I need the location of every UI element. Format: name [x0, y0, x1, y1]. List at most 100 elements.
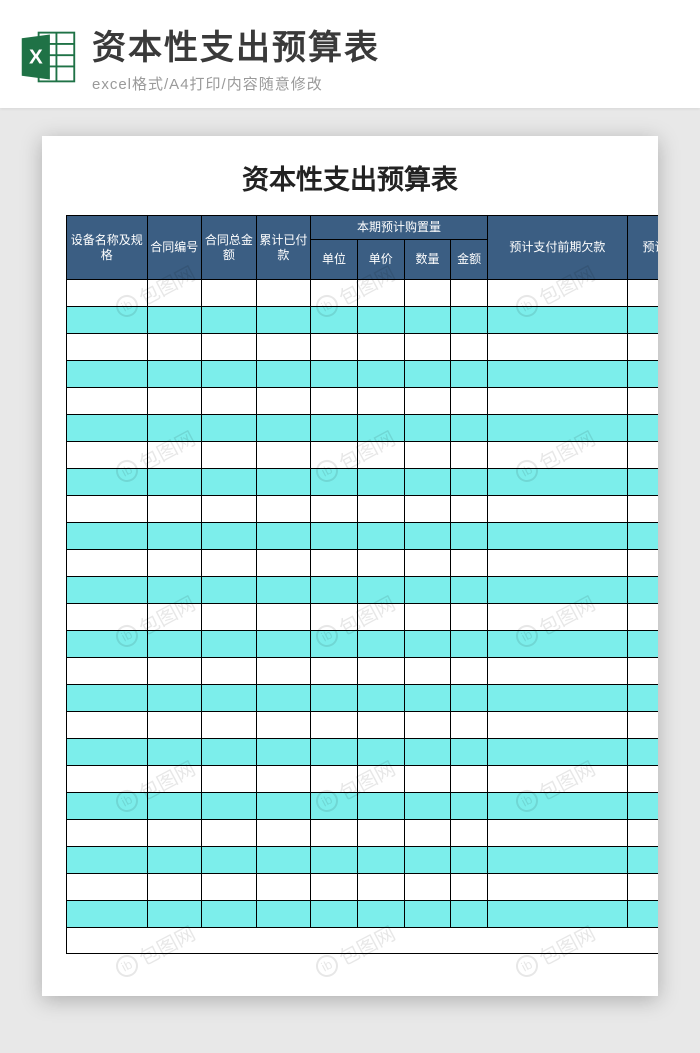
table-cell: [357, 415, 404, 442]
table-cell: [357, 685, 404, 712]
table-cell: [404, 874, 451, 901]
table-cell: [67, 631, 148, 658]
table-cell: [147, 307, 202, 334]
table-cell: [404, 739, 451, 766]
table-cell: [147, 658, 202, 685]
table-cell: [487, 712, 627, 739]
table-cell: [311, 820, 358, 847]
table-cell: [404, 793, 451, 820]
table-cell: [256, 469, 311, 496]
table-cell: [147, 361, 202, 388]
table-cell: [487, 766, 627, 793]
table-cell: [67, 793, 148, 820]
table-cell: [404, 631, 451, 658]
table-cell: [147, 496, 202, 523]
table-cell: [256, 739, 311, 766]
table-cell: [147, 685, 202, 712]
table-cell: [202, 523, 257, 550]
table-cell: [67, 442, 148, 469]
table-cell: [487, 442, 627, 469]
table-cell: [357, 280, 404, 307]
table-cell: [311, 442, 358, 469]
table-cell: [311, 334, 358, 361]
table-cell: [487, 496, 627, 523]
table-cell: [67, 307, 148, 334]
table-cell: [202, 334, 257, 361]
table-cell: [357, 658, 404, 685]
table-cell: [404, 658, 451, 685]
table-cell: [147, 469, 202, 496]
table-cell: [147, 739, 202, 766]
table-cell: [256, 847, 311, 874]
table-cell: [256, 685, 311, 712]
table-cell: [487, 577, 627, 604]
table-cell: [628, 496, 658, 523]
table-cell: [202, 793, 257, 820]
table-cell: [357, 847, 404, 874]
table-cell: [67, 577, 148, 604]
table-cell: [487, 334, 627, 361]
svg-text:X: X: [29, 46, 43, 69]
table-cell: [202, 631, 257, 658]
table-cell: [404, 766, 451, 793]
document-preview-area: 资本性支出预算表 设备名称及规格 合同编号 合同总金额 累计已付款 本期预计购置…: [0, 108, 700, 1026]
table-cell: [67, 739, 148, 766]
table-cell: [404, 901, 451, 928]
table-row: [67, 523, 659, 550]
col-qty: 数量: [404, 240, 451, 280]
table-cell: [357, 469, 404, 496]
table-cell: [487, 793, 627, 820]
table-cell: [487, 550, 627, 577]
table-cell: [67, 685, 148, 712]
table-cell: [628, 766, 658, 793]
table-cell: [67, 415, 148, 442]
table-cell: [256, 793, 311, 820]
table-cell: [67, 604, 148, 631]
table-cell: [67, 334, 148, 361]
table-cell: [404, 334, 451, 361]
table-cell: [404, 496, 451, 523]
table-cell: [487, 874, 627, 901]
table-cell: [147, 577, 202, 604]
page-title: 资本性支出预算表: [92, 20, 682, 69]
table-cell: [357, 577, 404, 604]
page-subtitle: excel格式/A4打印/内容随意修改: [92, 73, 682, 94]
table-cell: [628, 712, 658, 739]
table-cell: [147, 820, 202, 847]
table-cell: [67, 712, 148, 739]
table-cell: [256, 712, 311, 739]
table-row: [67, 442, 659, 469]
table-cell: [256, 658, 311, 685]
table-row: [67, 361, 659, 388]
table-cell: [404, 604, 451, 631]
table-cell: [147, 388, 202, 415]
table-cell: [357, 307, 404, 334]
table-cell: [147, 604, 202, 631]
table-cell: [357, 361, 404, 388]
table-cell: [202, 577, 257, 604]
table-cell: [202, 874, 257, 901]
table-cell: [67, 496, 148, 523]
table-cell: [202, 658, 257, 685]
table-row: [67, 847, 659, 874]
table-cell: [487, 820, 627, 847]
table-cell: [67, 523, 148, 550]
table-cell: [311, 901, 358, 928]
table-cell: [628, 901, 658, 928]
table-cell: [147, 550, 202, 577]
table-cell: [311, 712, 358, 739]
header-text-block: 资本性支出预算表 excel格式/A4打印/内容随意修改: [92, 20, 682, 94]
table-cell: [404, 307, 451, 334]
table-cell: [451, 658, 487, 685]
table-cell: [487, 280, 627, 307]
table-header: 设备名称及规格 合同编号 合同总金额 累计已付款 本期预计购置量 预计支付前期欠…: [67, 216, 659, 280]
table-cell: [487, 604, 627, 631]
table-cell: [311, 604, 358, 631]
table-cell: [311, 307, 358, 334]
table-cell: [256, 550, 311, 577]
table-cell: [451, 631, 487, 658]
table-cell: [487, 469, 627, 496]
table-row: [67, 712, 659, 739]
table-cell: [147, 766, 202, 793]
table-cell: [357, 901, 404, 928]
